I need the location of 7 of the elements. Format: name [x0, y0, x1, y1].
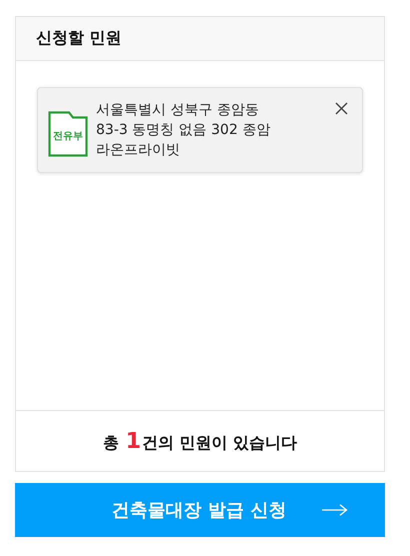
close-icon[interactable]	[335, 102, 348, 115]
arrow-icon	[322, 504, 348, 516]
submit-button[interactable]: 건축물대장 발급 신청	[15, 483, 385, 537]
address-text: 서울특별시 성북구 종암동 83-3 동명칭 없음 302 종암 라온프라이빗	[96, 101, 272, 160]
folder-icon: 전유부	[48, 109, 88, 157]
summary-text: 총 1 건의 민원이 있습니다	[102, 428, 298, 454]
panel-title: 신청할 민원	[36, 28, 122, 49]
